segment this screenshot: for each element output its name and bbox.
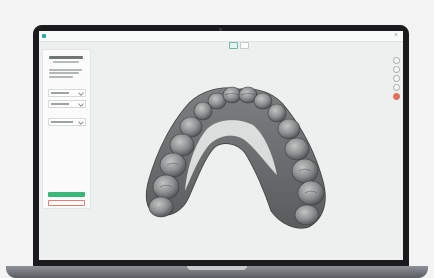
dental-arch-scan[interactable] [39, 31, 403, 260]
laptop-base [6, 266, 428, 278]
app-screen: × [39, 31, 403, 260]
trackpad-notch [187, 266, 247, 270]
